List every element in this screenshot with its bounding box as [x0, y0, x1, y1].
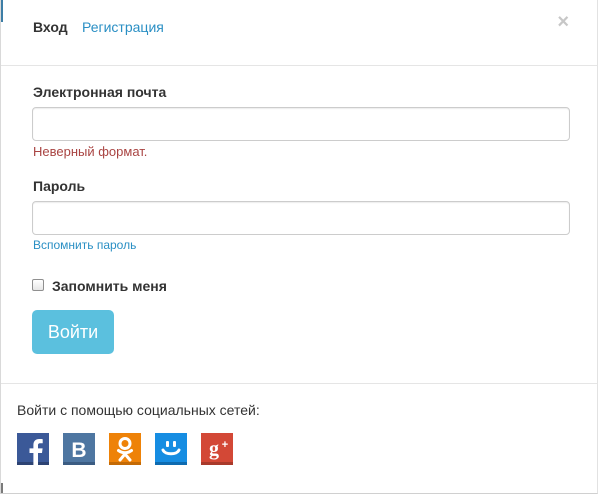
remember-me-checkbox[interactable] — [32, 279, 44, 291]
facebook-icon[interactable] — [17, 433, 49, 465]
email-field[interactable] — [32, 107, 570, 141]
section-divider — [1, 383, 597, 384]
password-label: Пароль — [33, 178, 86, 194]
odnoklassniki-icon[interactable] — [109, 433, 141, 465]
google-plus-icon[interactable]: g + — [201, 433, 233, 465]
email-error-message: Неверный формат. — [33, 144, 148, 159]
forgot-password-link[interactable]: Вспомнить пароль — [33, 238, 136, 252]
password-field[interactable] — [32, 201, 570, 235]
close-icon[interactable]: × — [557, 12, 569, 32]
vkontakte-icon[interactable]: B — [63, 433, 95, 465]
social-login-prompt: Войти с помощью социальных сетей: — [17, 402, 260, 418]
tab-login[interactable]: Вход — [33, 19, 68, 35]
dialog-header: Вход Регистрация × — [1, 0, 597, 66]
email-label: Электронная почта — [33, 84, 167, 100]
svg-text:B: B — [71, 439, 86, 462]
svg-text:+: + — [222, 439, 228, 451]
window-edge-marker — [1, 483, 3, 493]
svg-text:g: g — [209, 438, 219, 460]
login-dialog: Вход Регистрация × Электронная почта Нев… — [0, 0, 598, 494]
tab-register[interactable]: Регистрация — [82, 19, 164, 35]
login-button[interactable]: Войти — [32, 310, 114, 354]
mailru-icon[interactable] — [155, 433, 187, 465]
remember-me-label[interactable]: Запомнить меня — [52, 278, 167, 294]
